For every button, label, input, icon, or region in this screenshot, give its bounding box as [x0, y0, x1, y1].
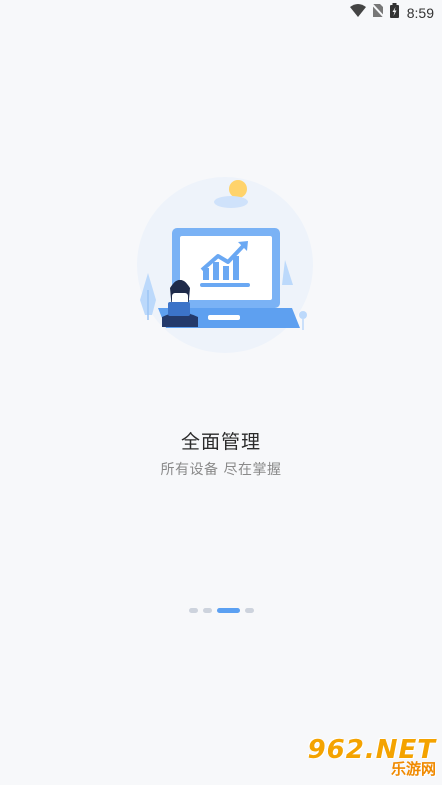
onboarding-subtitle: 所有设备 尽在掌握: [160, 462, 282, 478]
page-dot-3-active: [216, 608, 240, 613]
onboarding-illustration: [130, 170, 320, 360]
status-time: 8:59: [406, 4, 434, 21]
wifi-icon: [349, 3, 366, 22]
watermark-sub: 乐游网: [390, 760, 436, 778]
battery-charging-icon: [389, 3, 399, 22]
status-icons: 8:59: [349, 3, 434, 22]
no-sim-icon: [371, 3, 385, 22]
site-watermark: 962.NET 乐游网: [301, 735, 436, 779]
page-indicator: [0, 608, 442, 613]
page-dot-2: [202, 608, 212, 613]
page-dot-1: [188, 608, 198, 613]
page-dot-4: [244, 608, 254, 613]
status-bar: 8:59: [0, 0, 442, 24]
onboarding-title: 全面管理: [180, 431, 261, 453]
